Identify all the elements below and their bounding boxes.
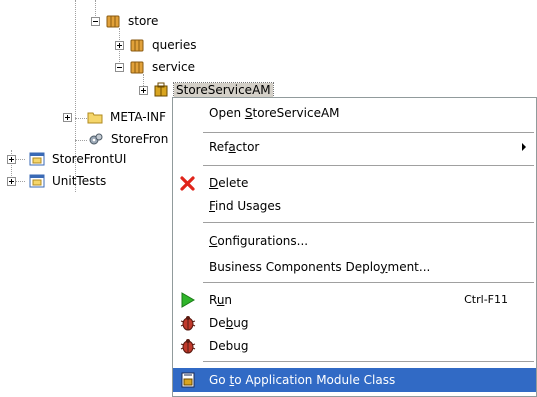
package-icon [106,15,120,28]
tree-item-unit-tests[interactable]: UnitTests [7,172,108,190]
expand-toggle-icon[interactable] [139,85,148,95]
delete-icon [180,176,195,191]
tree-item-label: store [128,14,159,28]
menu-separator [203,222,534,223]
menu-item-label: Find Usages [209,198,282,213]
tree-item-meta-inf[interactable]: META-INF [63,108,168,126]
project-icon [29,152,45,166]
menu-separator [203,165,534,166]
tree-item-storefront[interactable]: StoreFron [88,130,170,148]
menu-item-debug[interactable]: Debug [173,334,536,357]
tree-item-label: queries [152,38,197,52]
tree-item-storefront-ui[interactable]: StoreFrontUI [7,150,128,168]
menu-separator [203,132,534,133]
menu-item-debug[interactable]: Debug [173,311,536,334]
settings-icon [89,133,103,145]
folder-icon [87,112,103,124]
bug-icon [180,339,196,354]
menu-item-goto-app-module-class[interactable]: Go to Application Module Class [173,368,536,392]
menu-item-find-usages[interactable]: Find Usages [173,194,536,217]
bug-icon [180,316,196,331]
tree-item-label: StoreFron [111,132,169,146]
collapse-toggle-icon[interactable] [115,62,124,72]
expand-toggle-icon[interactable] [63,112,72,122]
menu-item-refactor[interactable]: Refactor [173,135,536,158]
menu-item-label: Configurations... [209,233,309,248]
tree-item-label: StoreFrontUI [52,152,127,166]
menu-item-run[interactable]: Run Ctrl-F11 [173,288,536,311]
expand-toggle-icon[interactable] [7,176,16,186]
class-icon [181,372,195,388]
menu-item-label: Run [209,292,233,307]
menu-item-label: Debug [209,338,249,353]
menu-item-label: Debug [209,315,249,330]
menu-separator [203,361,534,362]
expand-toggle-icon[interactable] [115,40,124,50]
tree-item-label: UnitTests [52,174,107,188]
menu-item-configurations[interactable]: Configurations... [173,229,536,252]
menu-item-label: Business Components Deployment... [209,259,431,274]
shortcut-label: Ctrl-F11 [464,293,508,306]
tree-item-queries[interactable]: queries [115,36,199,54]
menu-item-label: Go to Application Module Class [209,373,396,387]
tree-item-label: StoreServiceAM [173,82,274,98]
menu-item-deployment[interactable]: Business Components Deployment... [173,255,536,278]
tree-item-label: META-INF [110,110,167,124]
menu-item-open[interactable]: Open StoreServiceAM [173,101,536,124]
menu-item-label: Delete [209,175,249,190]
menu-item-delete[interactable]: Delete [173,171,536,194]
submenu-arrow-icon [522,143,526,151]
menu-separator [203,282,534,283]
tree-item-service[interactable]: service [115,58,197,76]
project-icon [29,174,45,188]
menu-item-label: Open StoreServiceAM [209,105,340,120]
app-module-icon [154,82,168,97]
package-icon [130,39,144,52]
menu-item-label: Refactor [209,139,260,154]
tree-item-store[interactable]: store [91,12,160,30]
collapse-toggle-icon[interactable] [91,16,100,26]
run-icon [181,292,195,308]
tree-item-label: service [152,60,195,74]
package-icon [130,61,144,74]
context-menu: Open StoreServiceAM Refactor Delete Find… [172,97,537,397]
tree-line [75,140,87,141]
expand-toggle-icon[interactable] [7,154,16,164]
